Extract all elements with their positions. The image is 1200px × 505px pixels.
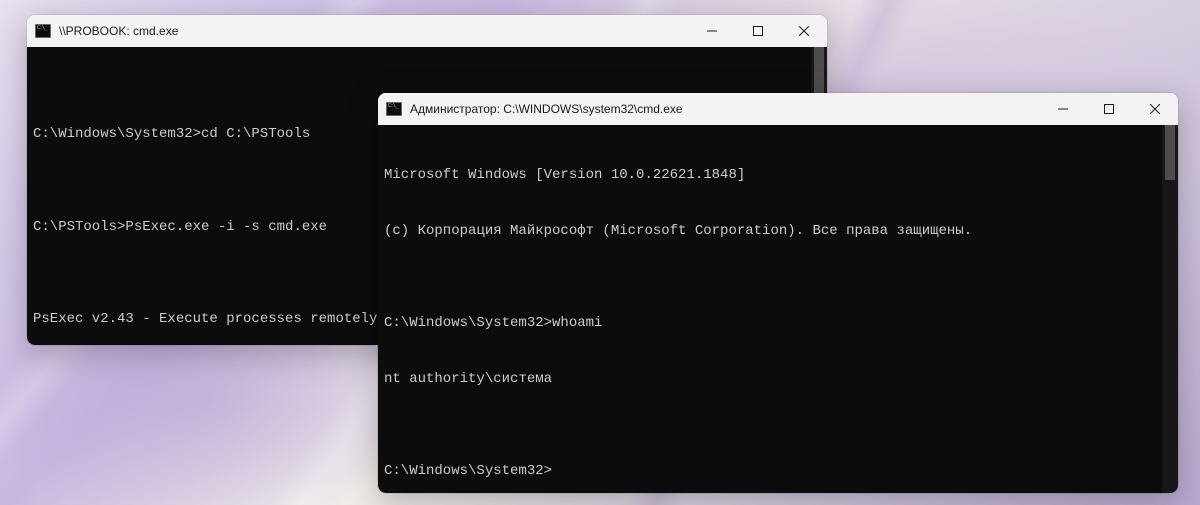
- titlebar[interactable]: Администратор: C:\WINDOWS\system32\cmd.e…: [378, 93, 1178, 125]
- window-title: \\PROBOOK: cmd.exe: [59, 24, 689, 38]
- window-title: Администратор: C:\WINDOWS\system32\cmd.e…: [410, 102, 1040, 116]
- terminal-line: C:\Windows\System32>whoami: [384, 314, 1172, 333]
- scrollbar-thumb[interactable]: [1165, 125, 1175, 180]
- cmd-icon: [386, 101, 402, 117]
- titlebar[interactable]: \\PROBOOK: cmd.exe: [27, 15, 827, 47]
- maximize-button[interactable]: [735, 15, 781, 47]
- scrollbar[interactable]: [1162, 125, 1178, 493]
- terminal-line: nt authority\система: [384, 370, 1172, 389]
- terminal-line: Microsoft Windows [Version 10.0.22621.18…: [384, 166, 1172, 185]
- terminal-line: (c) Корпорация Майкрософт (Microsoft Cor…: [384, 222, 1172, 241]
- minimize-button[interactable]: [1040, 93, 1086, 125]
- terminal-line: C:\Windows\System32>: [384, 462, 1172, 481]
- cmd-icon: [35, 23, 51, 39]
- cmd-window-admin[interactable]: Администратор: C:\WINDOWS\system32\cmd.e…: [378, 93, 1178, 493]
- terminal-output[interactable]: Microsoft Windows [Version 10.0.22621.18…: [378, 125, 1178, 493]
- window-controls: [1040, 93, 1178, 125]
- window-controls: [689, 15, 827, 47]
- close-button[interactable]: [781, 15, 827, 47]
- close-button[interactable]: [1132, 93, 1178, 125]
- maximize-button[interactable]: [1086, 93, 1132, 125]
- minimize-button[interactable]: [689, 15, 735, 47]
